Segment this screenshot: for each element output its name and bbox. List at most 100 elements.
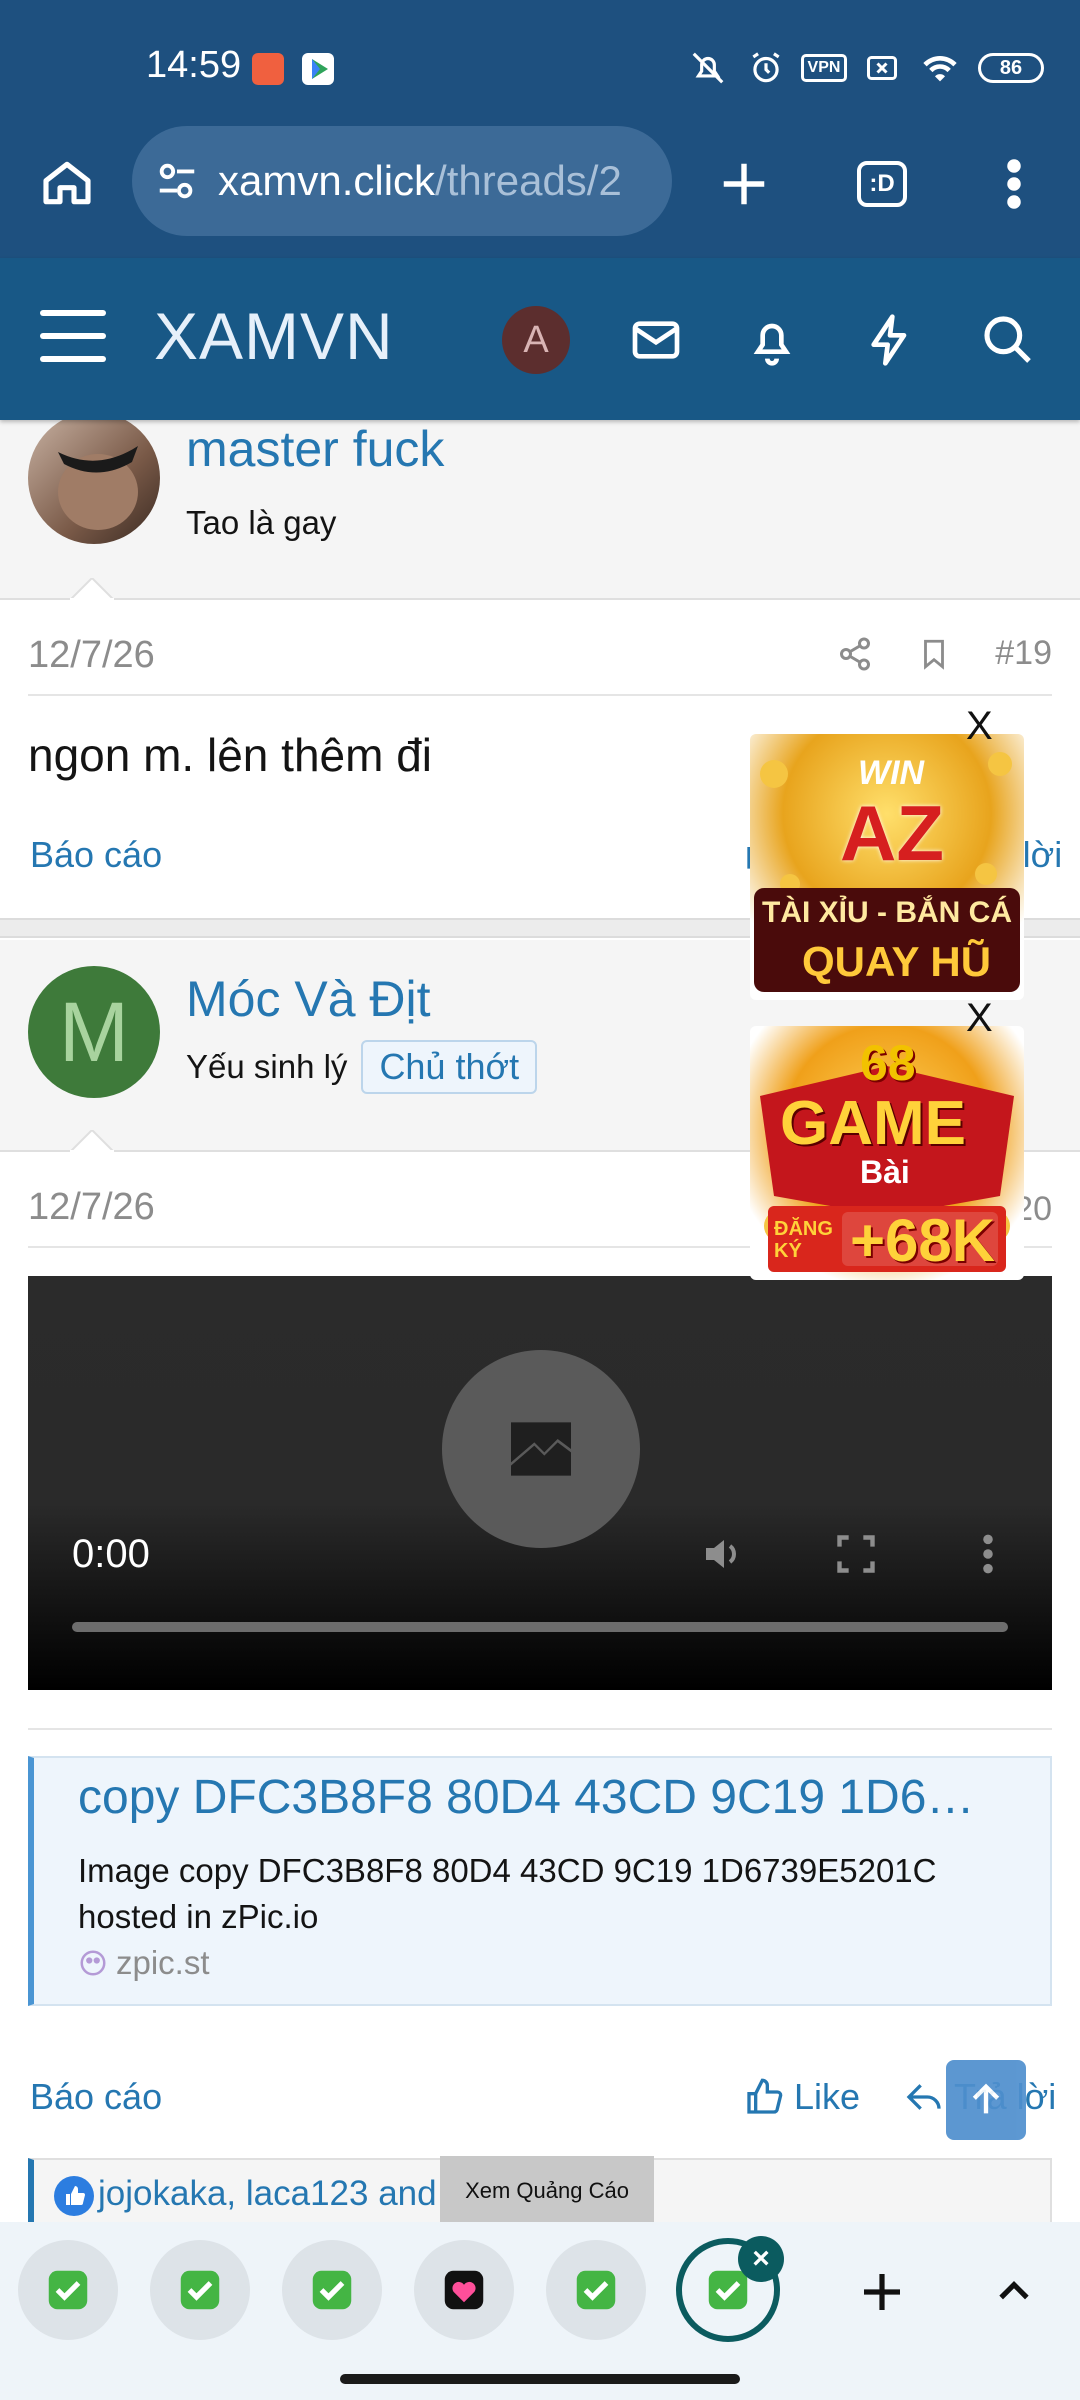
post-author-strip: master fuck Tao là gay: [0, 420, 1080, 600]
ad-banner-68gamebai[interactable]: 68 GAME Bài ĐĂNG KÝ +68K: [750, 1026, 1024, 1280]
gesture-navigation-bar[interactable]: [340, 2374, 740, 2384]
like-thumb-icon: [747, 2078, 783, 2114]
scroll-to-top-button[interactable]: [946, 2060, 1026, 2140]
chevron-up-icon: [999, 2281, 1029, 2300]
tab-count: :D: [857, 161, 907, 207]
plus-icon: [723, 163, 765, 205]
account-avatar[interactable]: A: [502, 306, 570, 374]
separator: [28, 694, 1052, 696]
avatar[interactable]: [28, 420, 160, 544]
more-vert-icon: [1007, 159, 1021, 209]
check-favicon-icon: [312, 2270, 352, 2310]
notification-app-icon: [252, 53, 284, 85]
ad-text: AZ: [840, 789, 944, 877]
video-more-icon[interactable]: [962, 1528, 1014, 1580]
post-number[interactable]: #19: [995, 634, 1052, 673]
search-icon[interactable]: [976, 308, 1040, 372]
no-sim-icon: [862, 48, 902, 88]
like-button[interactable]: Like: [744, 2076, 860, 2118]
vpn-icon: VPN: [800, 48, 848, 88]
video-player[interactable]: 0:00: [28, 1276, 1052, 1690]
notch-arrow: [70, 1130, 114, 1152]
mute-bell-icon: [688, 48, 728, 88]
site-logo[interactable]: XAMVN: [154, 298, 394, 374]
ad-text: GAME: [780, 1089, 966, 1158]
volume-icon[interactable]: [698, 1528, 750, 1580]
status-bar: 14:59 VPN 86: [0, 0, 1080, 120]
report-link[interactable]: Báo cáo: [30, 834, 162, 876]
ad-text: ĐĂNG KÝ: [774, 1218, 833, 1262]
ad-close-button[interactable]: X: [966, 996, 993, 1041]
reactions-bar[interactable]: jojokaka, laca123 and Xem Quảng Cáo: [28, 2156, 1052, 2222]
share-icon[interactable]: [837, 636, 873, 672]
bookmark-icon[interactable]: [917, 636, 951, 672]
ad-text: 68: [860, 1035, 916, 1091]
post-tools: #19: [837, 634, 1052, 673]
ad-text: QUAY HŨ: [802, 938, 992, 985]
check-favicon-icon: [576, 2270, 616, 2310]
post-username[interactable]: Móc Và Địt: [186, 970, 431, 1028]
url-text: xamvn.click/threads/2: [218, 157, 622, 204]
video-time: 0:00: [72, 1532, 150, 1576]
avatar[interactable]: M: [28, 966, 160, 1098]
home-icon: [43, 161, 91, 205]
post-date[interactable]: 12/7/26: [28, 634, 155, 677]
link-domain: zpic.st: [78, 1944, 210, 1982]
thread-starter-badge: Chủ thớt: [361, 1040, 538, 1094]
alerts-bell-icon[interactable]: [740, 308, 804, 372]
wifi-icon: [920, 48, 960, 88]
check-favicon-icon: [180, 2270, 220, 2310]
ad-text: +68K: [850, 1207, 996, 1274]
reply-arrow-icon: [906, 2084, 941, 2110]
status-time: 14:59: [146, 44, 242, 86]
post-date[interactable]: 12/7/26: [28, 1186, 155, 1229]
view-ad-label[interactable]: Xem Quảng Cáo: [440, 2156, 654, 2222]
alarm-icon: [746, 48, 786, 88]
favicon-icon: [80, 1950, 106, 1976]
check-favicon-icon: [48, 2270, 88, 2310]
separator: [28, 1728, 1052, 1730]
report-link[interactable]: Báo cáo: [30, 2076, 162, 2118]
video-progress-bar[interactable]: [72, 1622, 1008, 1632]
browser-toolbar: xamvn.click/threads/2 :D: [0, 120, 1080, 258]
ad-close-button[interactable]: X: [966, 704, 993, 749]
ad-text: Bài: [860, 1154, 910, 1190]
tab-thumbnail[interactable]: [282, 2240, 382, 2340]
tab-thumbnail[interactable]: [150, 2240, 250, 2340]
add-tab-button[interactable]: [850, 2260, 914, 2324]
arrow-up-icon: [972, 2083, 1000, 2114]
link-description: Image copy DFC3B8F8 80D4 43CD 9C19 1D673…: [78, 1852, 937, 1935]
link-title[interactable]: copy DFC3B8F8 80D4 43CD 9C19 1D6…: [78, 1770, 1038, 1825]
ad-banner-winaz[interactable]: WIN AZ TÀI XỈU - BẮN CÁ QUAY HŨ: [750, 734, 1024, 1000]
tab-thumbnail[interactable]: [18, 2240, 118, 2340]
browser-menu-button[interactable]: [978, 148, 1050, 220]
inbox-icon[interactable]: [624, 308, 688, 372]
address-bar[interactable]: xamvn.click/threads/2: [132, 126, 672, 236]
tab-thumbnail[interactable]: [414, 2240, 514, 2340]
play-store-icon: [302, 53, 334, 85]
broken-image-icon: [511, 1422, 571, 1476]
site-settings-icon: [159, 163, 195, 199]
heart-favicon-icon: [444, 2270, 484, 2310]
thread-content: master fuck Tao là gay 12/7/26 #19 ngon …: [0, 420, 1080, 2222]
tab-thumbnail[interactable]: [546, 2240, 646, 2340]
link-preview-card[interactable]: copy DFC3B8F8 80D4 43CD 9C19 1D6… Image …: [28, 1756, 1052, 2006]
hamburger-menu-icon[interactable]: [40, 310, 106, 366]
post-username[interactable]: master fuck: [186, 420, 444, 478]
notch-arrow: [70, 578, 114, 600]
ad-text: TÀI XỈU - BẮN CÁ: [762, 896, 1012, 929]
tab-switcher-button[interactable]: :D: [846, 148, 918, 220]
close-tab-icon[interactable]: ×: [738, 2236, 784, 2282]
fullscreen-icon[interactable]: [830, 1528, 882, 1580]
whats-new-bolt-icon[interactable]: [858, 308, 922, 372]
post-message: ngon m. lên thêm đi: [28, 729, 433, 781]
new-tab-button[interactable]: [708, 148, 780, 220]
user-title: Tao là gay: [186, 504, 337, 541]
expand-tabs-button[interactable]: [982, 2260, 1046, 2324]
battery-indicator: 86: [978, 53, 1044, 83]
browser-chrome: 14:59 VPN 86 xamvn.click/threads/2:D: [0, 0, 1080, 258]
check-favicon-icon: [708, 2270, 748, 2310]
video-play-button[interactable]: [442, 1350, 640, 1548]
home-button[interactable]: [32, 148, 102, 218]
reactions-text[interactable]: jojokaka, laca123 and: [98, 2174, 437, 2214]
